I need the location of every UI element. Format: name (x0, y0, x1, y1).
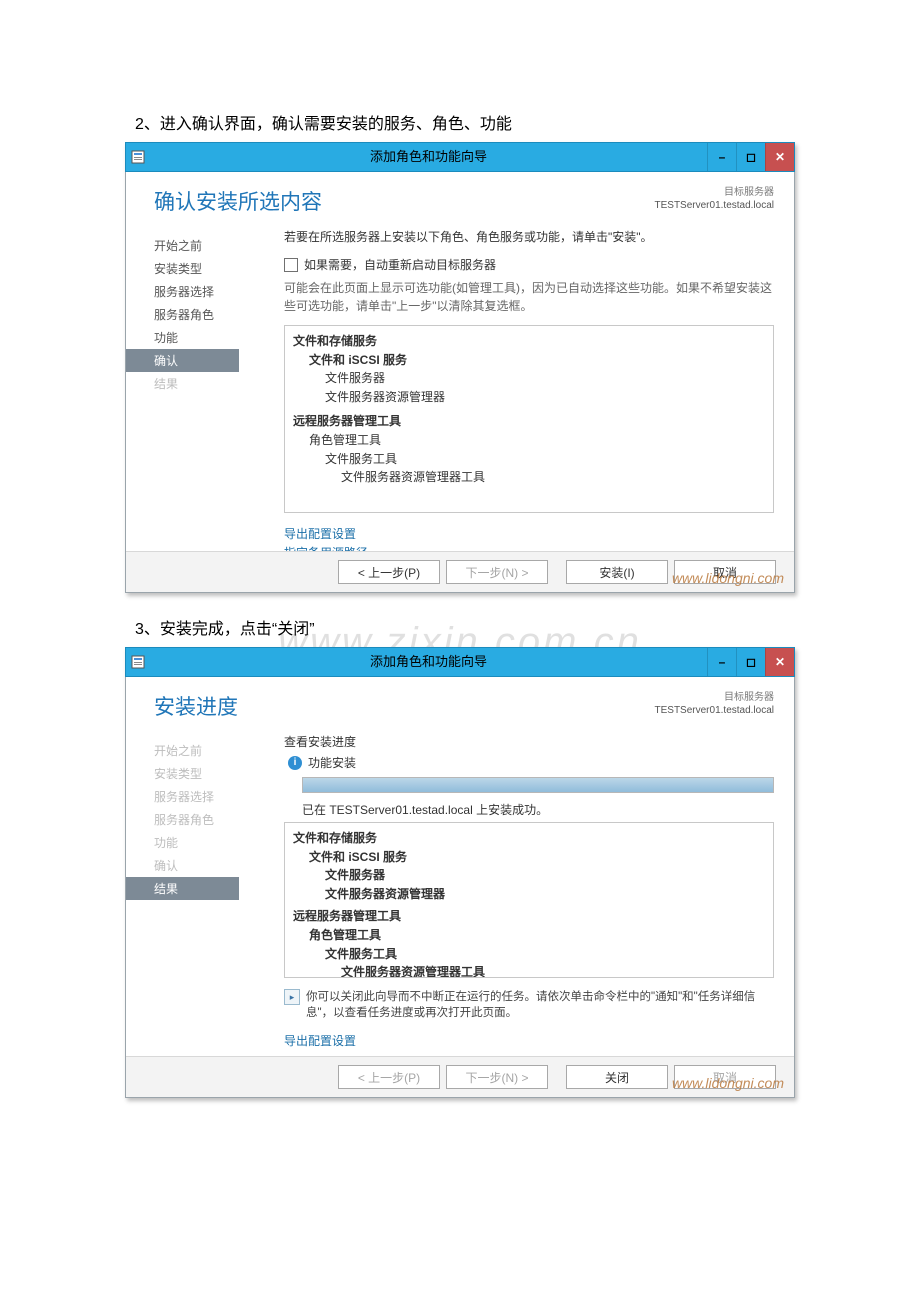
wizard-steps-sidebar: 开始之前 安装类型 服务器选择 服务器角色 功能 确认 结果 (126, 731, 284, 1052)
tree-item: 文件服务器资源管理器工具 (293, 963, 765, 978)
step-before[interactable]: 开始之前 (126, 234, 284, 257)
prev-button[interactable]: < 上一步(P) (338, 560, 440, 584)
progress-subheading: 查看安装进度 (284, 733, 774, 750)
step-server-sel[interactable]: 服务器选择 (126, 280, 284, 303)
close-button[interactable]: ✕ (765, 143, 794, 171)
step-confirm: 确认 (126, 854, 284, 877)
auto-restart-checkbox[interactable] (284, 258, 298, 272)
tree-item: 文件服务工具 (293, 945, 765, 964)
dialog-footer: < 上一步(P) 下一步(N) > 安装(I) 取消 (126, 551, 794, 592)
tree-item: 文件服务器 (293, 866, 765, 885)
next-button: 下一步(N) > (446, 1065, 548, 1089)
export-config-link[interactable]: 导出配置设置 (284, 525, 774, 544)
step-server-role: 服务器角色 (126, 808, 284, 831)
tree-item: 角色管理工具 (293, 431, 765, 450)
next-button: 下一步(N) > (446, 560, 548, 584)
dest-label: 目标服务器 (655, 691, 775, 704)
maximize-button[interactable]: ◻ (736, 143, 765, 171)
install-button[interactable]: 安装(I) (566, 560, 668, 584)
tree-item: 文件和 iSCSI 服务 (293, 351, 765, 370)
tree-item: 文件和 iSCSI 服务 (293, 848, 765, 867)
titlebar: 添加角色和功能向导 – ◻ ✕ (125, 647, 795, 677)
step-confirm[interactable]: 确认 (126, 349, 239, 372)
close-wizard-button[interactable]: 关闭 (566, 1065, 668, 1089)
step-feature[interactable]: 功能 (126, 326, 284, 349)
note-text: 可能会在此页面上显示可选功能(如管理工具)，因为已自动选择这些功能。如果不希望安… (284, 279, 774, 315)
step-type: 安装类型 (126, 762, 284, 785)
page-heading: 安装进度 (154, 691, 655, 721)
prev-button: < 上一步(P) (338, 1065, 440, 1089)
tree-item: 文件服务器 (293, 369, 765, 388)
tree-item: 文件服务器资源管理器 (293, 388, 765, 407)
destination-server-label: 目标服务器 TESTServer01.testad.local (655, 691, 775, 717)
step-feature: 功能 (126, 831, 284, 854)
export-config-link[interactable]: 导出配置设置 (284, 1032, 774, 1051)
tree-item: 文件和存储服务 (293, 829, 765, 848)
app-icon (126, 648, 150, 676)
app-icon (126, 143, 150, 171)
step-server-role[interactable]: 服务器角色 (126, 303, 284, 326)
dialog-footer: < 上一步(P) 下一步(N) > 关闭 取消 (126, 1056, 794, 1097)
selection-tree: 文件和存储服务 文件和 iSCSI 服务 文件服务器 文件服务器资源管理器 远程… (284, 325, 774, 513)
window-title: 添加角色和功能向导 (150, 648, 707, 676)
step-result: 结果 (126, 372, 284, 395)
tree-item: 远程服务器管理工具 (293, 412, 765, 431)
dest-label: 目标服务器 (655, 186, 775, 199)
install-status: 已在 TESTServer01.testad.local 上安装成功。 (302, 801, 774, 818)
tree-item: 角色管理工具 (293, 926, 765, 945)
dest-server: TESTServer01.testad.local (655, 199, 775, 212)
installed-tree: 文件和存储服务 文件和 iSCSI 服务 文件服务器 文件服务器资源管理器 远程… (284, 822, 774, 978)
tree-item: 文件服务器资源管理器 (293, 885, 765, 904)
intro-text: 若要在所选服务器上安装以下角色、角色服务或功能，请单击"安装"。 (284, 228, 774, 246)
minimize-button[interactable]: – (707, 143, 736, 171)
tree-item: 文件和存储服务 (293, 332, 765, 351)
caption-step-2: 2、进入确认界面，确认需要安装的服务、角色、功能 (135, 110, 920, 134)
wizard-dialog-progress: 添加角色和功能向导 – ◻ ✕ 安装进度 目标服务器 TESTServer01.… (125, 647, 795, 1098)
tree-item: 文件服务器资源管理器工具 (293, 468, 765, 487)
page-heading: 确认安装所选内容 (154, 186, 655, 216)
step-result[interactable]: 结果 (126, 877, 239, 900)
wizard-steps-sidebar: 开始之前 安装类型 服务器选择 服务器角色 功能 确认 结果 (126, 226, 284, 547)
destination-server-label: 目标服务器 TESTServer01.testad.local (655, 186, 775, 212)
close-button[interactable]: ✕ (765, 648, 794, 676)
info-icon: i (288, 756, 302, 770)
cancel-button[interactable]: 取消 (674, 560, 776, 584)
dest-server: TESTServer01.testad.local (655, 704, 775, 717)
titlebar: 添加角色和功能向导 – ◻ ✕ (125, 142, 795, 172)
caption-step-3: 3、安装完成，点击“关闭” (135, 615, 920, 639)
minimize-button[interactable]: – (707, 648, 736, 676)
alt-source-link[interactable]: 指定备用源路径 (284, 544, 774, 551)
feature-install-label: 功能安装 (308, 754, 356, 771)
maximize-button[interactable]: ◻ (736, 648, 765, 676)
tree-item: 远程服务器管理工具 (293, 907, 765, 926)
flag-icon: ▸ (284, 989, 300, 1005)
auto-restart-label: 如果需要，自动重新启动目标服务器 (304, 256, 496, 273)
progress-bar (302, 777, 774, 793)
step-type[interactable]: 安装类型 (126, 257, 284, 280)
tree-item: 文件服务工具 (293, 450, 765, 469)
close-note: 你可以关闭此向导而不中断正在运行的任务。请依次单击命令栏中的"通知"和"任务详细… (306, 988, 774, 1020)
window-title: 添加角色和功能向导 (150, 143, 707, 171)
wizard-dialog-confirm: 添加角色和功能向导 – ◻ ✕ 确认安装所选内容 目标服务器 TESTServe… (125, 142, 795, 593)
cancel-button: 取消 (674, 1065, 776, 1089)
step-before: 开始之前 (126, 739, 284, 762)
step-server-sel: 服务器选择 (126, 785, 284, 808)
